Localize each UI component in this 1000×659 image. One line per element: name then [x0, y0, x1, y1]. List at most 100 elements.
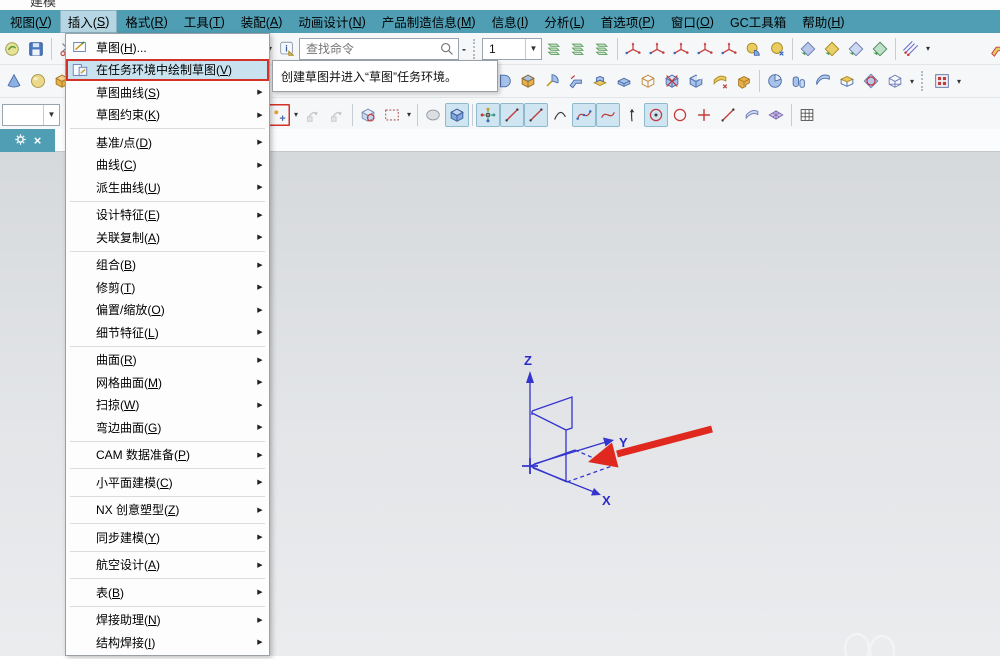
menu-item-V[interactable]: 在任务环境中绘制草图(V): [66, 59, 269, 82]
sphere-cut-icon[interactable]: [763, 69, 787, 93]
menu-item-K[interactable]: 草图约束(K)▶: [66, 104, 269, 127]
command-finder-tip-icon[interactable]: i: [275, 37, 299, 61]
table-grid-icon[interactable]: [795, 103, 819, 127]
sketch-plane-combo-arrow-icon[interactable]: ▼: [43, 105, 59, 125]
pad-icon[interactable]: [588, 69, 612, 93]
view-orient-icon[interactable]: [741, 37, 765, 61]
menu-item-C[interactable]: 曲线(C)▶: [66, 154, 269, 177]
menubar-item-N[interactable]: 动画设计(N): [290, 10, 373, 33]
view-layer-combo[interactable]: 1▼: [482, 38, 542, 60]
menubar-item-V[interactable]: 视图(V): [2, 10, 60, 33]
named-view-iso-icon[interactable]: [868, 37, 892, 61]
line2-icon[interactable]: [716, 103, 740, 127]
menu-item-N[interactable]: 焊接助理(N)▶: [66, 609, 269, 632]
menu-item-P[interactable]: CAM 数据准备(P)▶: [66, 444, 269, 467]
sheet-flip-icon[interactable]: [708, 69, 732, 93]
unite-icon[interactable]: [684, 69, 708, 93]
fit-curve-icon[interactable]: [596, 103, 620, 127]
search-input[interactable]: [304, 41, 438, 57]
point-axis-icon[interactable]: [620, 103, 644, 127]
ruled-sheet-icon[interactable]: [835, 69, 859, 93]
view-layer-combo-arrow-icon[interactable]: ▼: [525, 39, 541, 59]
pocket-icon[interactable]: [732, 69, 756, 93]
flange-icon[interactable]: [564, 69, 588, 93]
menu-item-B[interactable]: 组合(B)▶: [66, 254, 269, 277]
menubar-item-S[interactable]: 插入(S): [60, 10, 118, 33]
layer-settings-icon[interactable]: [542, 37, 566, 61]
cone-primitive-icon[interactable]: [2, 69, 26, 93]
snap-point-dropdown-icon[interactable]: ▾: [291, 110, 301, 119]
shaded-object-icon[interactable]: [421, 103, 445, 127]
datum-axis-icon[interactable]: [669, 37, 693, 61]
menu-item-Z[interactable]: NX 创意塑型(Z)▶: [66, 499, 269, 522]
toolbar-drag-handle[interactable]: [921, 71, 926, 91]
menubar-item-L[interactable]: 分析(L): [536, 10, 592, 33]
menubar-item-T[interactable]: 工具(T): [176, 10, 233, 33]
menu-item-O[interactable]: 偏置/缩放(O)▶: [66, 299, 269, 322]
named-view-front-icon[interactable]: [796, 37, 820, 61]
edge-clipped-tool-icon[interactable]: [986, 37, 1000, 61]
menu-item-E[interactable]: 设计特征(E)▶: [66, 204, 269, 227]
close-icon[interactable]: ×: [34, 134, 42, 147]
menubar-item-P[interactable]: 首选项(P): [593, 10, 663, 33]
menu-item-R[interactable]: 曲面(R)▶: [66, 349, 269, 372]
menu-item-Y[interactable]: 同步建模(Y)▶: [66, 526, 269, 549]
circle-center-icon[interactable]: [644, 103, 668, 127]
menu-item-U[interactable]: 派生曲线(U)▶: [66, 176, 269, 199]
select-mode-dropdown-icon[interactable]: ▾: [404, 110, 414, 119]
menu-item-C[interactable]: 小平面建模(C)▶: [66, 471, 269, 494]
snap-point-icon[interactable]: [267, 103, 291, 127]
paste-disabled-icon[interactable]: [325, 103, 349, 127]
save-icon[interactable]: [24, 37, 48, 61]
layer-category-icon[interactable]: [590, 37, 614, 61]
menu-item-B[interactable]: 表(B)▶: [66, 581, 269, 604]
menubar-item-R[interactable]: 格式(R): [117, 10, 175, 33]
solid-body-select-icon[interactable]: [445, 103, 469, 127]
layer-visible-in-view-icon[interactable]: [566, 37, 590, 61]
cylinder-icon[interactable]: [787, 69, 811, 93]
menu-item-W[interactable]: 扫掠(W)▶: [66, 394, 269, 417]
point-icon[interactable]: [692, 103, 716, 127]
csys-orient-icon[interactable]: [717, 37, 741, 61]
window-layout-dropdown-icon[interactable]: ▾: [954, 77, 964, 86]
shaded-cube-view-icon[interactable]: [883, 69, 907, 93]
dynamic-csys-icon[interactable]: [476, 103, 500, 127]
rectangle-select-icon[interactable]: [380, 103, 404, 127]
menu-item-T[interactable]: 修剪(T)▶: [66, 276, 269, 299]
menu-item-S[interactable]: 草图曲线(S)▶: [66, 81, 269, 104]
circle-icon[interactable]: [668, 103, 692, 127]
menu-item-D[interactable]: 基准/点(D)▶: [66, 131, 269, 154]
menu-item-H[interactable]: 草图(H)...: [66, 36, 269, 59]
touch-select-icon[interactable]: [356, 103, 380, 127]
subtract-icon[interactable]: [660, 69, 684, 93]
view-rotate-icon[interactable]: [765, 37, 789, 61]
feature-more-dropdown-icon[interactable]: ▾: [907, 77, 917, 86]
open-icon[interactable]: [0, 37, 24, 61]
menu-item-G[interactable]: 弯边曲面(G)▶: [66, 416, 269, 439]
datum-csys-icon[interactable]: [621, 37, 645, 61]
menubar-item-O[interactable]: 窗口(O): [663, 10, 722, 33]
studio-spline-icon[interactable]: [572, 103, 596, 127]
slot-icon[interactable]: [612, 69, 636, 93]
menu-item-A[interactable]: 航空设计(A)▶: [66, 554, 269, 577]
menubar-item-I[interactable]: 信息(I): [484, 10, 537, 33]
menu-item-A[interactable]: 关联复制(A)▶: [66, 226, 269, 249]
menu-item-I[interactable]: 结构焊接(I)▶: [66, 631, 269, 654]
revolve-icon[interactable]: [540, 69, 564, 93]
sketch-plane-combo[interactable]: ▼: [2, 104, 60, 126]
redo-disabled-icon[interactable]: [301, 103, 325, 127]
wrap-geometry-icon[interactable]: [859, 69, 883, 93]
menubar-item-GC工具箱[interactable]: GC工具箱: [722, 10, 794, 33]
datum-plane-icon[interactable]: [693, 37, 717, 61]
datum-point-icon[interactable]: [645, 37, 669, 61]
block-feature-icon[interactable]: [636, 69, 660, 93]
surface-icon[interactable]: [740, 103, 764, 127]
section-view-dropdown-icon[interactable]: ▾: [923, 44, 933, 53]
menu-item-L[interactable]: 细节特征(L)▶: [66, 321, 269, 344]
sphere-primitive-icon[interactable]: [26, 69, 50, 93]
swept-sheet-icon[interactable]: [811, 69, 835, 93]
menubar-item-A[interactable]: 装配(A): [233, 10, 291, 33]
search-icon[interactable]: [438, 40, 456, 58]
navigator-panel-tab[interactable]: ×: [0, 129, 55, 152]
section-view-icon[interactable]: [899, 37, 923, 61]
